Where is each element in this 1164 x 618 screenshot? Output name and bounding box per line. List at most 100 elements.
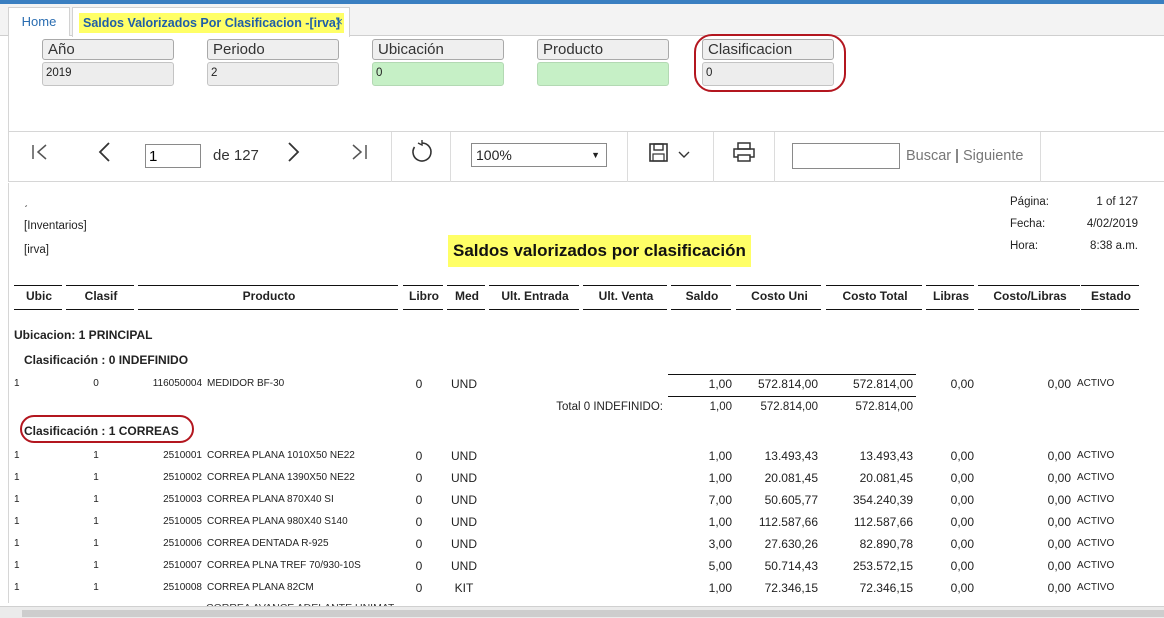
header-rule-bottom — [489, 309, 579, 310]
cell-libro: 0 — [415, 559, 423, 573]
header-rule-top — [403, 285, 443, 286]
tab-report-active[interactable]: Saldos Valorizados Por Clasificacion -[i… — [72, 7, 350, 37]
cell-libro: 0 — [415, 471, 423, 485]
cell-costo-libras: 0,00 — [1047, 515, 1071, 529]
save-icon[interactable] — [648, 142, 690, 164]
total-costo-total: 572.814,00 — [855, 401, 913, 413]
cell-costo-total: 572.814,00 — [852, 377, 913, 391]
column-header: Clasif — [84, 289, 118, 303]
annotation-circle-clasificacion — [694, 34, 846, 92]
header-rule-bottom — [926, 309, 974, 310]
print-icon[interactable] — [732, 141, 756, 163]
cell-saldo: 1,00 — [708, 449, 732, 463]
report-title: Saldos valorizados por clasificación — [448, 235, 751, 267]
cell-costo-uni: 572.814,00 — [757, 377, 818, 391]
zoom-select[interactable]: 100% ▼ — [471, 143, 607, 167]
cell-libras: 0,00 — [950, 581, 974, 595]
total-saldo: 1,00 — [709, 401, 732, 413]
cell-estado: ACTIVO — [1077, 582, 1115, 593]
cell-saldo: 3,00 — [708, 537, 732, 551]
cell-estado: ACTIVO — [1077, 494, 1115, 505]
cell-costo-libras: 0,00 — [1047, 581, 1071, 595]
total-costo-uni: 572.814,00 — [760, 401, 818, 413]
cell-ubic: 1 — [14, 450, 20, 461]
cell-ubic: 1 — [14, 378, 20, 389]
param-periodo-label: Periodo — [207, 39, 339, 60]
header-rule-bottom — [66, 309, 134, 310]
column-header: Estado — [1090, 289, 1131, 303]
cell-name: MEDIDOR BF-30 — [207, 378, 285, 389]
cell-costo-libras: 0,00 — [1047, 537, 1071, 551]
cell-estado: ACTIVO — [1077, 538, 1115, 549]
refresh-icon[interactable] — [410, 140, 434, 164]
cell-clasif: 1 — [93, 560, 99, 571]
cell-estado: ACTIVO — [1077, 450, 1115, 461]
param-producto-field[interactable] — [537, 62, 669, 86]
cell-libras: 0,00 — [950, 377, 974, 391]
header-rule-bottom — [736, 309, 821, 310]
horizontal-scrollbar[interactable] — [0, 606, 1164, 618]
cell-libras: 0,00 — [950, 493, 974, 507]
cell-ubic: 1 — [14, 560, 20, 571]
next-match-link[interactable]: Siguiente — [963, 148, 1023, 164]
cell-costo-uni: 72.346,15 — [764, 581, 818, 595]
cell-costo-total: 112.587,66 — [853, 515, 913, 529]
param-producto: Producto — [537, 39, 669, 86]
header-rule-top — [826, 285, 922, 286]
cell-libro: 0 — [415, 493, 423, 507]
param-ubicacion-field[interactable]: 0 — [372, 62, 504, 86]
cell-ubic: 1 — [14, 538, 20, 549]
cell-saldo: 5,00 — [708, 559, 732, 573]
param-anio-field[interactable]: 2019 — [42, 62, 174, 86]
cell-costo-total: 354.240,39 — [852, 493, 913, 507]
param-anio-label: Año — [42, 39, 174, 60]
cell-saldo: 1,00 — [708, 581, 732, 595]
meta-time-value: 8:38 a.m. — [1090, 240, 1138, 252]
total-label-indefinido: Total 0 INDEFINIDO: — [556, 401, 663, 413]
column-header: Ult. Entrada — [501, 289, 569, 303]
meta-date-label: Fecha: — [1010, 218, 1046, 230]
cell-name: CORREA PLANA 980X40 S140 — [207, 516, 348, 527]
report-module: [Inventarios] — [24, 220, 87, 232]
cell-code: 116050004 — [152, 378, 202, 389]
first-page-icon[interactable] — [30, 143, 50, 161]
param-periodo: Periodo 2 — [207, 39, 339, 86]
cell-libras: 0,00 — [950, 537, 974, 551]
close-icon[interactable]: × — [335, 14, 343, 30]
zoom-value: 100% — [476, 147, 512, 163]
search-input[interactable] — [792, 143, 900, 169]
tab-home[interactable]: Home — [8, 7, 70, 36]
cell-costo-uni: 13.493,43 — [764, 449, 818, 463]
cell-costo-total: 253.572,15 — [852, 559, 913, 573]
header-rule-bottom — [1081, 309, 1139, 310]
cell-saldo: 7,00 — [708, 493, 732, 507]
row-rule — [668, 374, 916, 375]
param-periodo-field[interactable]: 2 — [207, 62, 339, 86]
location-heading: Ubicacion: 1 PRINCIPAL — [14, 328, 153, 342]
last-page-icon[interactable] — [350, 143, 370, 161]
cell-code: 2510003 — [163, 494, 202, 505]
previous-page-icon[interactable] — [97, 141, 113, 163]
cell-costo-total: 13.493,43 — [859, 449, 913, 463]
search-link[interactable]: Buscar — [906, 148, 951, 164]
column-header: Costo/Libras — [993, 289, 1067, 303]
annotation-circle-correas — [20, 415, 194, 443]
header-rule-top — [926, 285, 974, 286]
tab-report-label: Saldos Valorizados Por Clasificacion -[i… — [79, 13, 345, 33]
cell-med: UND — [451, 377, 477, 391]
toolbar-separator — [713, 132, 714, 182]
next-page-icon[interactable] — [286, 141, 302, 163]
cell-med: UND — [451, 559, 477, 573]
toolbar-separator — [391, 132, 392, 182]
column-header: Libras — [932, 289, 969, 303]
page-number-input[interactable] — [145, 144, 201, 168]
corner-mark: ˏ — [24, 196, 28, 208]
cell-costo-libras: 0,00 — [1047, 493, 1071, 507]
header-rule-top — [14, 285, 62, 286]
cell-estado: ACTIVO — [1077, 378, 1115, 389]
cell-ubic: 1 — [14, 494, 20, 505]
cell-costo-total: 72.346,15 — [859, 581, 913, 595]
cell-saldo: 1,00 — [708, 515, 732, 529]
scrollbar-thumb[interactable] — [22, 610, 1164, 617]
cell-med: UND — [451, 449, 477, 463]
